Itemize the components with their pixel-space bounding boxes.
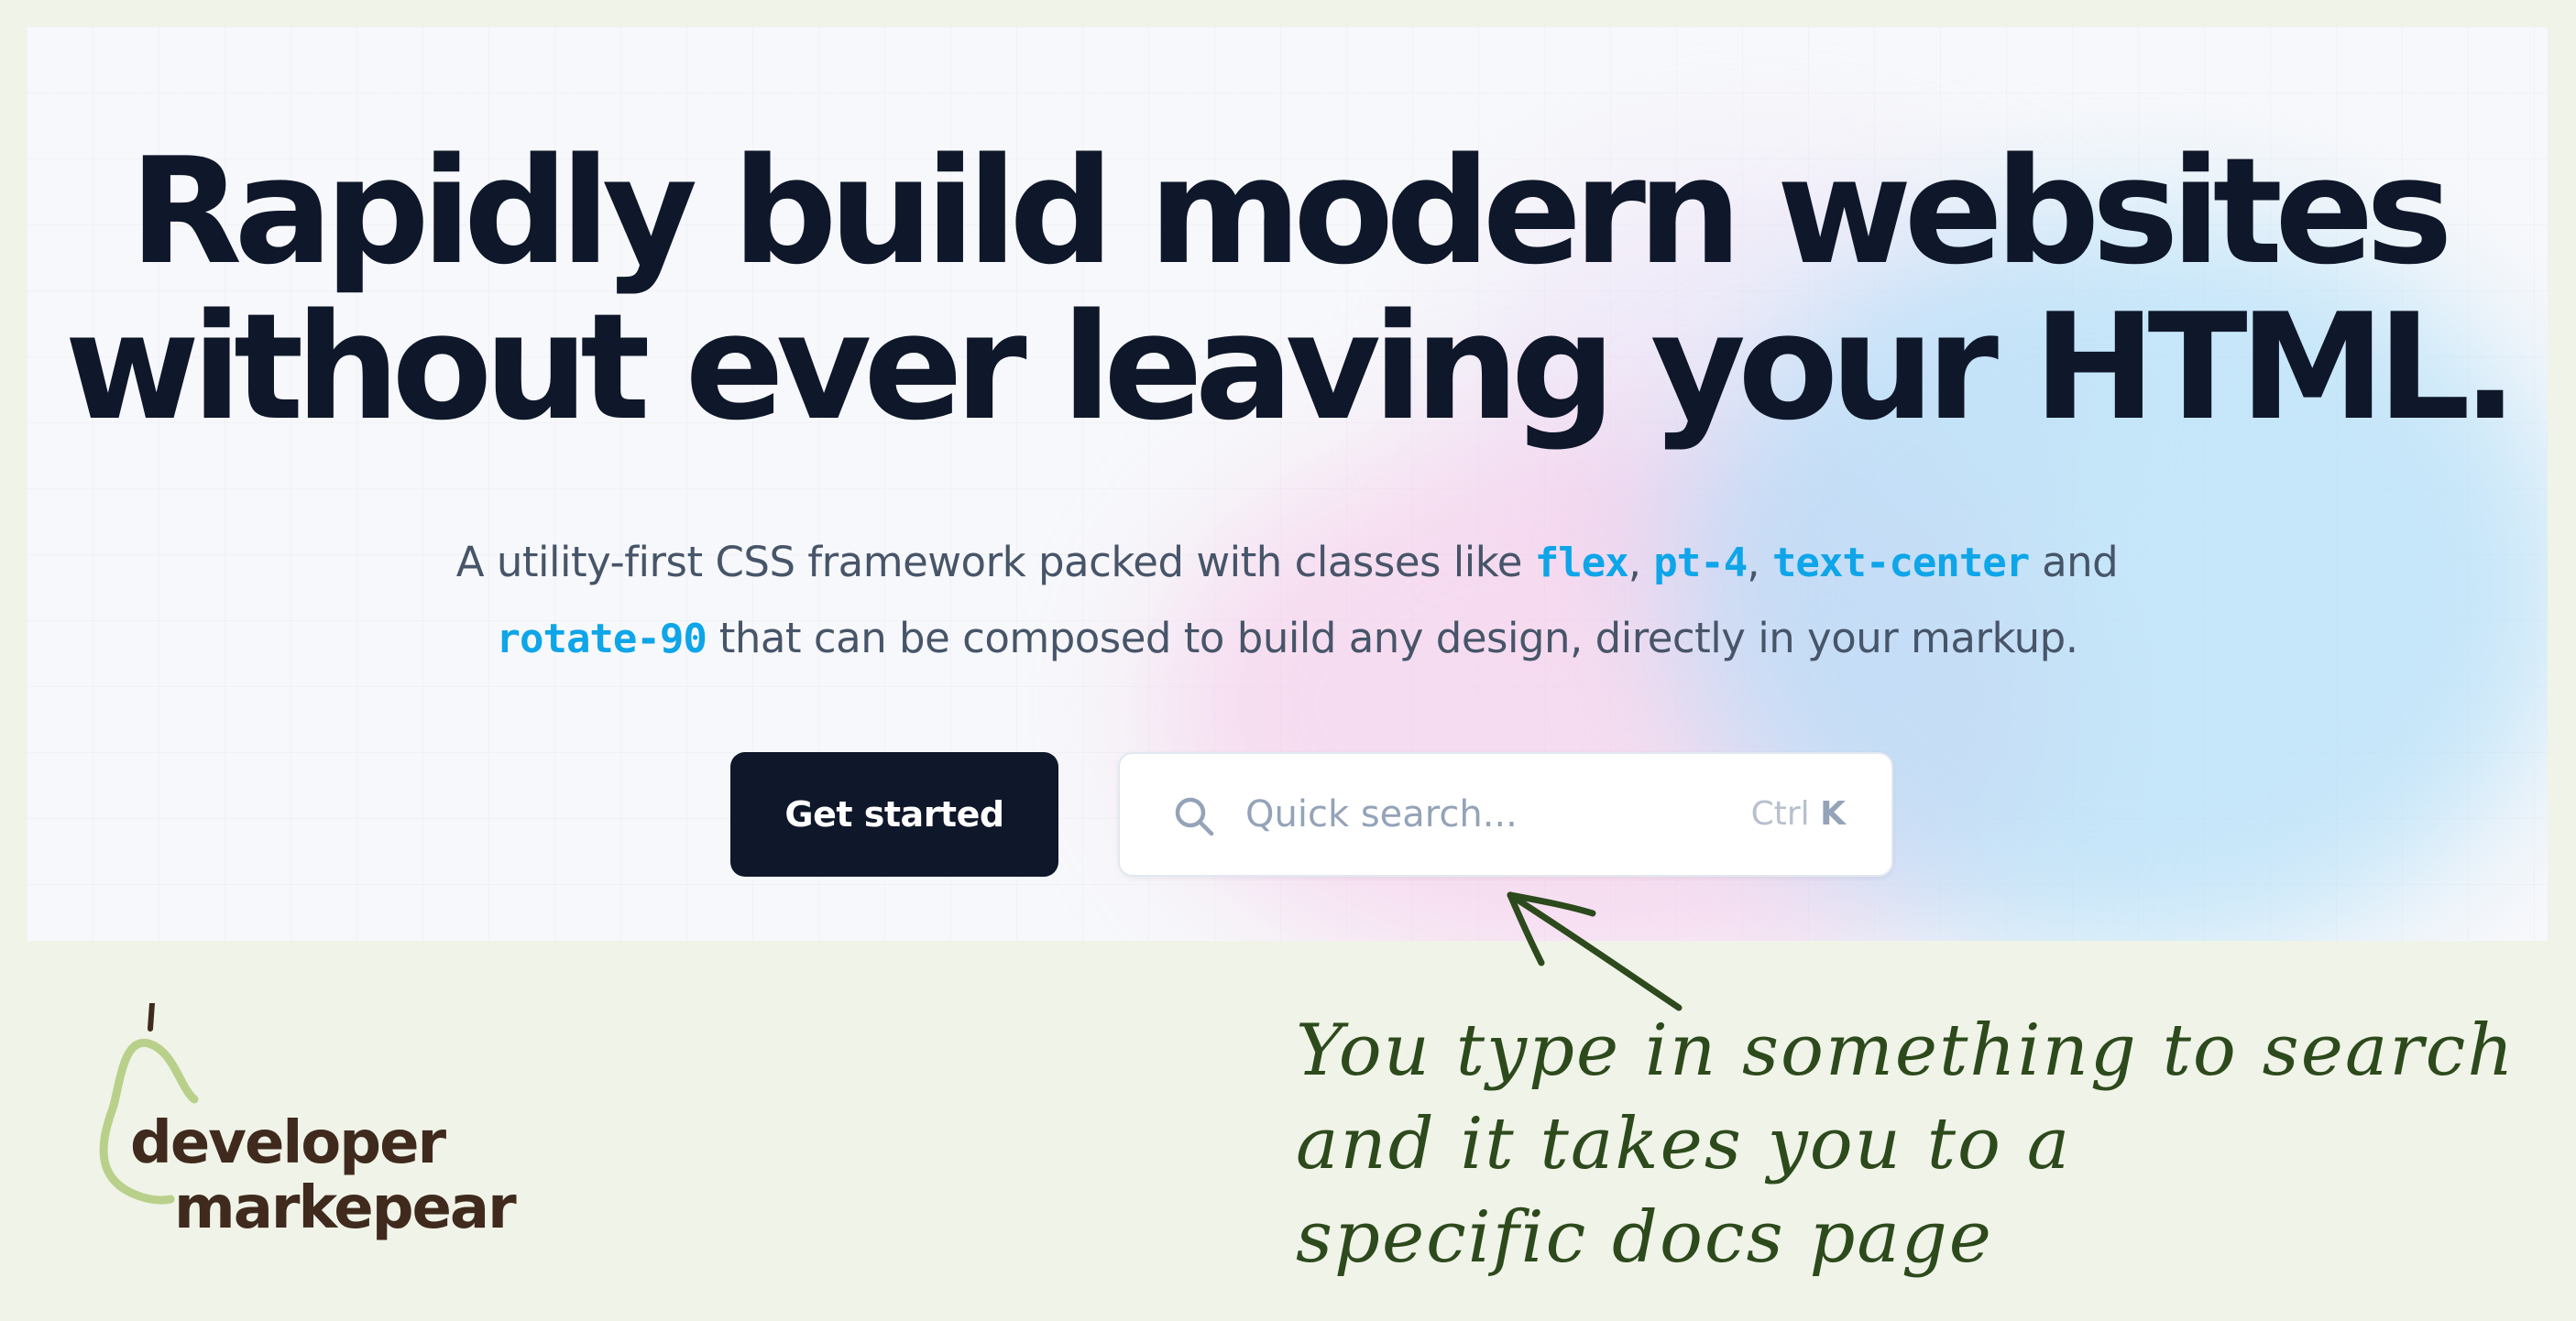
code-flex: flex <box>1534 540 1629 586</box>
hero-screenshot: Rapidly build modern websites without ev… <box>27 27 2548 941</box>
description-separator: , <box>1628 538 1654 586</box>
search-icon <box>1175 797 1214 836</box>
hero-headline: Rapidly build modern websites without ev… <box>27 134 2548 445</box>
quick-search-input[interactable]: Quick search... Ctrl K <box>1118 752 1893 877</box>
code-pt-4: pt-4 <box>1653 540 1748 586</box>
search-placeholder: Quick search... <box>1245 793 1518 835</box>
keyboard-shortcut-hint: Ctrl K <box>1751 754 1846 875</box>
headline-line-1: Rapidly build modern websites <box>129 126 2453 297</box>
description-text: that can be composed to build any design… <box>706 614 2078 662</box>
shortcut-key: K <box>1820 795 1846 833</box>
annotation-note: You type in something to search and it t… <box>1296 1004 2560 1284</box>
logo-text-line-1: developer <box>130 1109 446 1177</box>
code-text-center: text-center <box>1771 540 2030 586</box>
description-separator: , <box>1747 538 1772 586</box>
headline-line-2: without ever leaving your HTML. <box>64 281 2517 453</box>
annotation-line-1: You type in something to search <box>1296 1010 2516 1092</box>
description-line-1: A utility-first CSS framework packed wit… <box>27 525 2548 601</box>
code-rotate-90: rotate-90 <box>496 616 707 662</box>
description-line-2: rotate-90 that can be composed to build … <box>27 601 2548 677</box>
description-text: A utility-first CSS framework packed wit… <box>455 538 1535 586</box>
developer-markepear-logo: developer markepear <box>86 1003 563 1250</box>
get-started-button[interactable]: Get started <box>730 752 1058 877</box>
logo-text-line-2: markepear <box>174 1174 517 1242</box>
annotation-line-2: and it takes you to a <box>1296 1103 2072 1185</box>
annotation-line-3: specific docs page <box>1296 1196 1993 1279</box>
description-text: and <box>2029 538 2119 586</box>
shortcut-modifier: Ctrl <box>1750 795 1810 833</box>
hero-description: A utility-first CSS framework packed wit… <box>27 525 2548 677</box>
